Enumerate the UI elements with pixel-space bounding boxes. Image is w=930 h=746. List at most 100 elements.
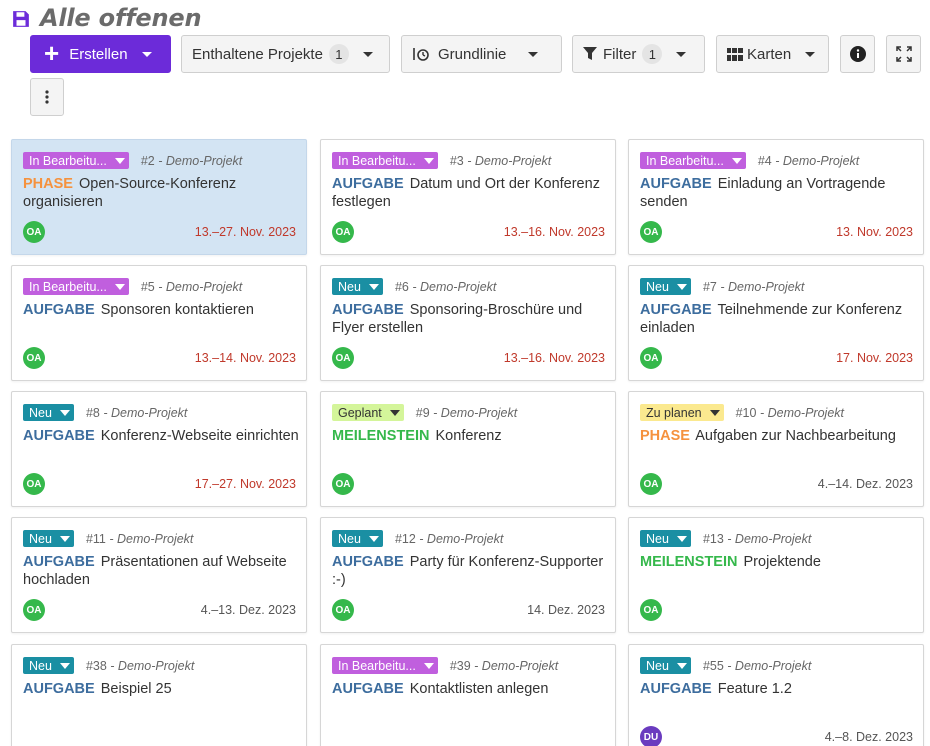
card-subject[interactable]: AUFGABE Beispiel 25 (23, 680, 299, 698)
status-dropdown[interactable]: Geplant (332, 404, 404, 421)
work-package-card[interactable]: Neu #8 - Demo-Projekt AUFGABE Konferenz-… (11, 391, 307, 507)
avatar[interactable]: OA (23, 599, 45, 621)
baseline-button[interactable]: Grundlinie (401, 35, 562, 73)
project-name: - Demo-Projekt (158, 153, 243, 168)
work-package-card[interactable]: In Bearbeitu... #3 - Demo-Projekt AUFGAB… (320, 139, 616, 255)
card-subject[interactable]: AUFGABE Party für Konferenz-Supporter :-… (332, 553, 608, 589)
card-subject[interactable]: MEILENSTEIN Projektende (640, 553, 916, 571)
project-name: - Demo-Projekt (727, 531, 812, 546)
avatar[interactable]: OA (640, 347, 662, 369)
card-subject[interactable]: AUFGABE Sponsoring-Broschüre und Flyer e… (332, 301, 608, 337)
status-dropdown[interactable]: Neu (332, 530, 383, 547)
date-range: 4.–14. Dez. 2023 (817, 477, 913, 491)
work-package-id[interactable]: #39 (450, 659, 471, 673)
work-package-card[interactable]: In Bearbeitu... #2 - Demo-Projekt PHASE … (11, 139, 307, 255)
card-meta: #3 - Demo-Projekt (450, 154, 551, 168)
card-subject[interactable]: AUFGABE Kontaktlisten anlegen (332, 680, 608, 698)
create-button[interactable]: + Erstellen (30, 35, 171, 73)
save-icon[interactable] (12, 10, 30, 28)
avatar[interactable]: OA (332, 221, 354, 243)
status-dropdown[interactable]: Neu (23, 404, 74, 421)
avatar[interactable]: OA (640, 473, 662, 495)
card-subject[interactable]: AUFGABE Konferenz-Webseite einrichten (23, 427, 299, 445)
avatar[interactable]: OA (332, 347, 354, 369)
date-range: 13.–16. Nov. 2023 (503, 351, 605, 365)
card-subject[interactable]: AUFGABE Präsentationen auf Webseite hoch… (23, 553, 299, 589)
work-package-id[interactable]: #10 (736, 406, 757, 420)
avatar[interactable]: OA (23, 473, 45, 495)
card-subject[interactable]: MEILENSTEIN Konferenz (332, 427, 608, 445)
type-label: AUFGABE (640, 176, 712, 192)
avatar[interactable]: OA (640, 221, 662, 243)
fullscreen-button[interactable] (886, 35, 921, 73)
more-actions-button[interactable] (30, 78, 64, 116)
card-meta: #7 - Demo-Projekt (703, 280, 804, 294)
status-dropdown[interactable]: Neu (640, 530, 691, 547)
work-package-id[interactable]: #9 (416, 406, 430, 420)
avatar[interactable]: OA (332, 473, 354, 495)
card-header: Neu #12 - Demo-Projekt (332, 530, 503, 547)
card-title: Kontaktlisten anlegen (409, 681, 549, 697)
avatar[interactable]: DU (640, 726, 662, 746)
work-package-card[interactable]: Neu #55 - Demo-Projekt AUFGABE Feature 1… (628, 644, 924, 746)
info-button[interactable] (840, 35, 875, 73)
avatar[interactable]: OA (23, 347, 45, 369)
status-dropdown[interactable]: Neu (23, 530, 74, 547)
work-package-card[interactable]: In Bearbeitu... #5 - Demo-Projekt AUFGAB… (11, 265, 307, 381)
status-label: Neu (338, 279, 361, 294)
work-package-card[interactable]: Neu #11 - Demo-Projekt AUFGABE Präsentat… (11, 517, 307, 633)
work-package-card[interactable]: In Bearbeitu... #39 - Demo-Projekt AUFGA… (320, 644, 616, 746)
work-package-card[interactable]: Neu #7 - Demo-Projekt AUFGABE Teilnehmen… (628, 265, 924, 381)
status-dropdown[interactable]: Zu planen (640, 404, 724, 421)
work-package-id[interactable]: #38 (86, 659, 107, 673)
work-package-id[interactable]: #5 (141, 280, 155, 294)
work-package-id[interactable]: #4 (758, 154, 772, 168)
work-package-card[interactable]: Neu #38 - Demo-Projekt AUFGABE Beispiel … (11, 644, 307, 746)
card-subject[interactable]: AUFGABE Teilnehmende zur Konferenz einla… (640, 301, 916, 337)
avatar[interactable]: OA (23, 221, 45, 243)
status-dropdown[interactable]: Neu (332, 278, 383, 295)
included-projects-button[interactable]: Enthaltene Projekte 1 (181, 35, 390, 73)
info-icon (849, 46, 866, 62)
work-package-id[interactable]: #6 (395, 280, 409, 294)
card-header: Geplant #9 - Demo-Projekt (332, 404, 517, 421)
work-package-card[interactable]: In Bearbeitu... #4 - Demo-Projekt AUFGAB… (628, 139, 924, 255)
card-header: Neu #38 - Demo-Projekt (23, 657, 194, 674)
status-dropdown[interactable]: Neu (23, 657, 74, 674)
status-dropdown[interactable]: In Bearbeitu... (332, 657, 438, 674)
view-mode-button[interactable]: Karten (716, 35, 829, 73)
card-subject[interactable]: PHASE Open-Source-Konferenz organisieren (23, 175, 299, 211)
work-package-id[interactable]: #3 (450, 154, 464, 168)
work-package-card[interactable]: Neu #13 - Demo-Projekt MEILENSTEIN Proje… (628, 517, 924, 633)
status-label: In Bearbeitu... (29, 153, 107, 168)
type-label: AUFGABE (23, 428, 95, 444)
status-dropdown[interactable]: In Bearbeitu... (332, 152, 438, 169)
card-subject[interactable]: AUFGABE Sponsoren kontaktieren (23, 301, 299, 319)
avatar[interactable]: OA (332, 599, 354, 621)
status-dropdown[interactable]: In Bearbeitu... (23, 152, 129, 169)
status-dropdown[interactable]: Neu (640, 278, 691, 295)
status-dropdown[interactable]: In Bearbeitu... (23, 278, 129, 295)
status-dropdown[interactable]: Neu (640, 657, 691, 674)
status-label: Neu (29, 531, 52, 546)
work-package-card[interactable]: Geplant #9 - Demo-Projekt MEILENSTEIN Ko… (320, 391, 616, 507)
card-subject[interactable]: AUFGABE Feature 1.2 (640, 680, 916, 698)
filter-button[interactable]: Filter 1 (572, 35, 705, 73)
work-package-card[interactable]: Neu #12 - Demo-Projekt AUFGABE Party für… (320, 517, 616, 633)
work-package-id[interactable]: #55 (703, 659, 724, 673)
page-title[interactable]: Alle offenen (40, 4, 202, 32)
work-package-card[interactable]: Neu #6 - Demo-Projekt AUFGABE Sponsoring… (320, 265, 616, 381)
work-package-id[interactable]: #2 (141, 154, 155, 168)
card-subject[interactable]: AUFGABE Datum und Ort der Konferenz fest… (332, 175, 608, 211)
card-title: Feature 1.2 (717, 681, 792, 697)
work-package-id[interactable]: #11 (86, 532, 106, 546)
work-package-id[interactable]: #13 (703, 532, 724, 546)
work-package-id[interactable]: #7 (703, 280, 717, 294)
avatar[interactable]: OA (640, 599, 662, 621)
work-package-id[interactable]: #12 (395, 532, 416, 546)
card-subject[interactable]: PHASE Aufgaben zur Nachbearbeitung (640, 427, 916, 445)
work-package-id[interactable]: #8 (86, 406, 100, 420)
card-subject[interactable]: AUFGABE Einladung an Vortragende senden (640, 175, 916, 211)
work-package-card[interactable]: Zu planen #10 - Demo-Projekt PHASE Aufga… (628, 391, 924, 507)
status-dropdown[interactable]: In Bearbeitu... (640, 152, 746, 169)
